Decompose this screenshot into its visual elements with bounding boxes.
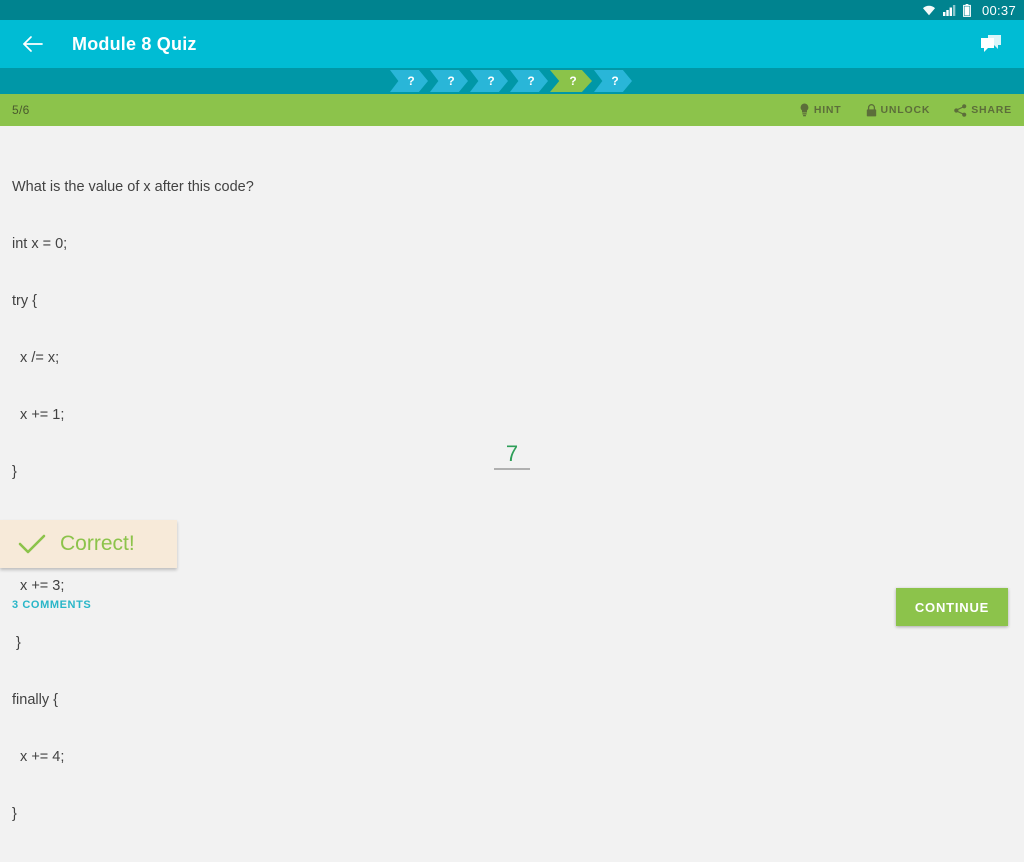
share-button[interactable]: SHARE	[954, 103, 1012, 117]
code-line-1: int x = 0;	[12, 236, 68, 252]
chat-bubbles-icon	[981, 35, 1001, 52]
continue-button[interactable]: CONTINUE	[896, 588, 1008, 626]
chevron-step-3[interactable]: ?	[470, 70, 508, 92]
question-counter: 5/6	[12, 103, 30, 117]
chevron-step-5-label: ?	[569, 74, 577, 88]
chevron-track: ? ? ? ? ? ?	[390, 68, 634, 94]
share-button-label: SHARE	[971, 104, 1012, 116]
code-line-2: try {	[12, 293, 37, 309]
app-bar: Module 8 Quiz	[0, 20, 1024, 68]
answer-underline	[494, 468, 530, 470]
answer-area: 7	[0, 442, 1024, 470]
code-line-4: x += 1;	[12, 407, 65, 423]
comments-link[interactable]: 3 COMMENTS	[12, 599, 91, 611]
feedback-text: Correct!	[60, 532, 135, 555]
feedback-banner: Correct!	[0, 520, 177, 568]
chevron-step-4-label: ?	[527, 74, 535, 88]
quiz-progress-chevrons: ? ? ? ? ? ?	[0, 68, 1024, 94]
unlock-button-label: UNLOCK	[880, 104, 931, 116]
share-icon	[954, 103, 967, 117]
status-icons: 00:37	[922, 3, 1016, 18]
quiz-content: What is the value of x after this code? …	[0, 126, 1024, 822]
unlock-button[interactable]: UNLOCK	[866, 103, 931, 117]
comments-button[interactable]	[974, 27, 1008, 61]
page-title: Module 8 Quiz	[72, 33, 197, 54]
code-line-9: finally {	[12, 692, 58, 708]
answer-value[interactable]: 7	[494, 442, 530, 468]
chevron-step-3-label: ?	[487, 74, 495, 88]
lightbulb-icon	[800, 103, 809, 117]
check-icon	[18, 534, 46, 554]
chevron-step-6[interactable]: ?	[594, 70, 632, 92]
code-line-7: x += 3;	[12, 578, 65, 594]
signal-icon	[942, 5, 956, 16]
wifi-icon	[922, 5, 935, 16]
status-bar: 00:37	[0, 0, 1024, 20]
chevron-step-5[interactable]: ?	[550, 70, 592, 92]
quiz-action-bar: 5/6 HINT UNLOCK SHARE	[0, 94, 1024, 126]
chevron-step-2-label: ?	[447, 74, 455, 88]
back-arrow-icon	[23, 36, 43, 52]
status-time: 00:37	[981, 2, 1016, 18]
hint-button[interactable]: HINT	[799, 103, 842, 117]
chevron-step-6-label: ?	[611, 74, 619, 88]
code-line-10: x += 4;	[12, 749, 65, 765]
lock-icon	[866, 103, 876, 116]
battery-icon	[963, 3, 971, 17]
question-block: What is the value of x after this code? …	[0, 126, 1024, 862]
back-button[interactable]	[16, 27, 50, 61]
chevron-step-4[interactable]: ?	[510, 70, 548, 92]
code-line-8: }	[12, 635, 21, 651]
chevron-step-2[interactable]: ?	[430, 70, 468, 92]
chevron-step-1[interactable]: ?	[390, 70, 428, 92]
hint-button-label: HINT	[813, 104, 842, 116]
code-line-11: }	[12, 806, 17, 822]
question-prompt: What is the value of x after this code?	[12, 179, 254, 195]
chevron-step-1-label: ?	[407, 74, 415, 88]
code-line-3: x /= x;	[12, 350, 60, 366]
